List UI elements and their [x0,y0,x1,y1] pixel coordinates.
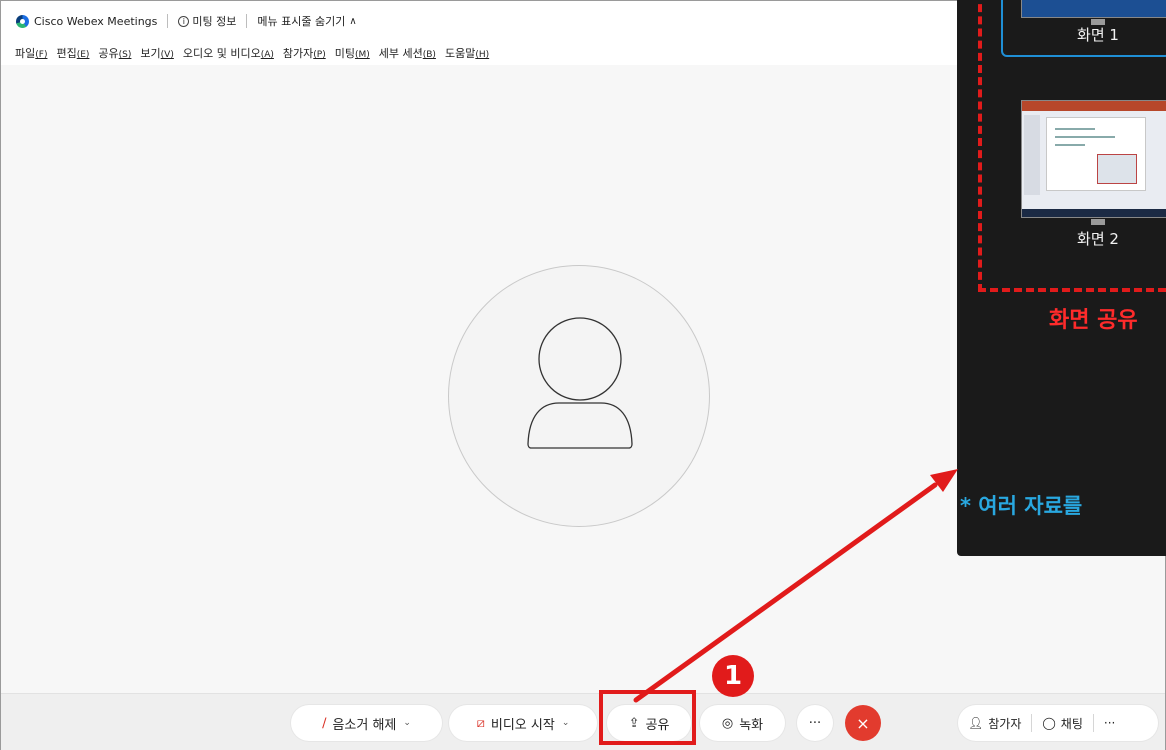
unmute-button[interactable]: ∕ 음소거 해제 ⌄ [291,705,442,741]
menu-file[interactable]: 파일(F) [15,45,47,61]
panel-more-label: ··· [1103,716,1116,730]
record-button[interactable]: ◎ 녹화 [700,705,785,741]
share-highlight-box [599,690,696,745]
record-label: 녹화 [739,717,764,733]
chevron-down-icon[interactable]: ⌄ [562,718,570,728]
panel-more-button[interactable]: ··· [1094,705,1125,741]
chevron-up-icon: ∧ [349,15,357,27]
unmute-label: 음소거 해제 [332,717,397,733]
chevron-down-icon[interactable]: ⌄ [403,718,411,728]
share-options-callout: 화면 1 화면 2 화면 공유 * 여러 자료를 [957,0,1166,556]
app-name: Cisco Webex Meetings [34,14,158,28]
menu-meeting[interactable]: 미팅(M) [335,45,370,61]
menu-participants[interactable]: 참가자(P) [283,45,326,61]
menu-view[interactable]: 보기(V) [140,45,173,61]
panel-toggle-group: 👤︎ 참가자 ◯ 채팅 ··· [958,705,1158,741]
menu-help[interactable]: 도움말(H) [445,45,489,61]
close-icon: × [856,713,870,733]
meeting-info-label: 미팅 정보 [192,15,237,28]
participants-label: 참가자 [988,716,1022,731]
more-options-button[interactable]: ··· [797,705,833,741]
avatar [448,265,710,527]
screen-2-option[interactable]: 화면 2 [1001,90,1166,260]
chat-label: 채팅 [1060,716,1083,731]
person-icon: 👤︎ [968,716,984,730]
menu-breakout[interactable]: 세부 세션(B) [379,45,436,61]
menu-edit[interactable]: 편집(E) [56,45,89,61]
record-icon: ◎ [721,715,734,731]
title-separator [246,14,248,28]
leave-meeting-button[interactable]: × [845,705,881,741]
title-separator [167,14,169,28]
chat-icon: ◯ [1042,716,1056,730]
participants-button[interactable]: 👤︎ 참가자 [958,705,1031,741]
avatar-placeholder-icon [527,317,633,449]
screen-2-label: 화면 2 [1077,230,1119,248]
chat-button[interactable]: ◯ 채팅 [1032,705,1093,741]
info-icon: i [178,15,190,27]
start-video-button[interactable]: ⧄ 비디오 시작 ⌄ [449,705,597,741]
step-badge: 1 [712,655,754,697]
screen-1-option[interactable]: 화면 1 [1001,0,1166,57]
video-off-icon: ⧄ [476,715,485,731]
start-video-label: 비디오 시작 [490,717,555,733]
control-bar: ∕ 음소거 해제 ⌄ ⧄ 비디오 시작 ⌄ ⇪ 공유 ◎ 녹화 ··· × 👤︎… [1,693,1165,750]
more-label: ··· [808,715,822,731]
mic-muted-icon: ∕ [322,715,327,731]
menu-share[interactable]: 공유(S) [98,45,131,61]
hide-menu-label: 메뉴 표시줄 숨기기 [257,15,346,28]
webex-logo-icon [16,14,29,28]
screen-2-preview [1021,100,1166,218]
callout-title: 화면 공유 [1049,308,1138,333]
screen-1-label: 화면 1 [1077,26,1119,44]
meeting-info-button[interactable]: i 미팅 정보 [178,13,236,29]
callout-note: * 여러 자료를 [960,494,1083,518]
screen-1-preview [1021,0,1166,18]
hide-menu-button[interactable]: 메뉴 표시줄 숨기기 ∧ [257,13,356,29]
menu-audio-video[interactable]: 오디오 및 비디오(A) [183,45,274,61]
monitor-stand [1091,219,1105,225]
